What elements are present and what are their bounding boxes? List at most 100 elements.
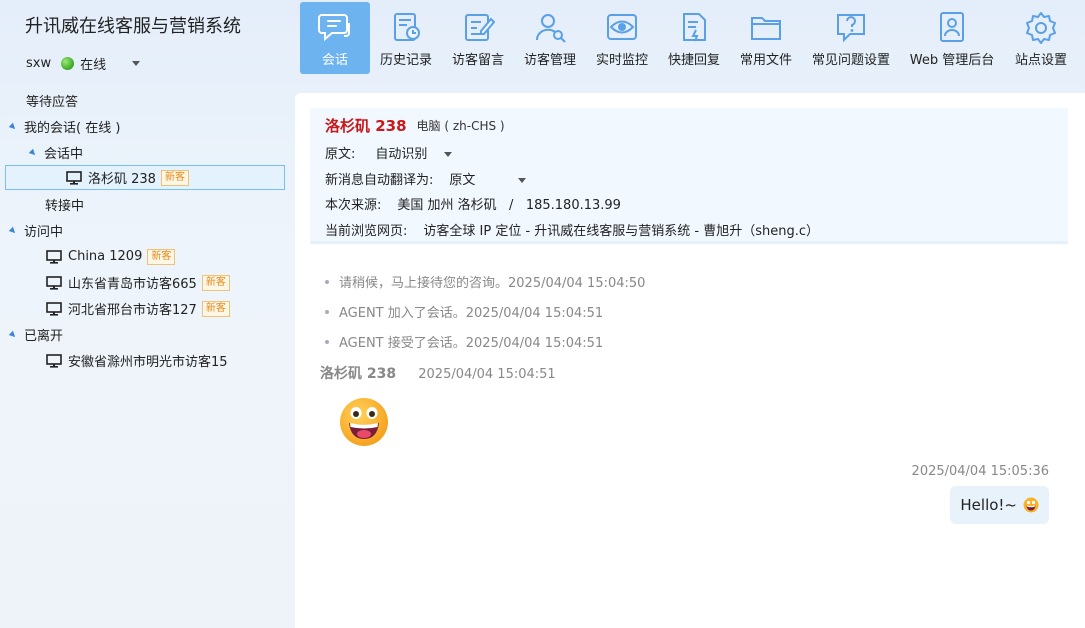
- bullet-icon: [325, 279, 329, 284]
- visitor-label: 洛杉矶 238: [88, 172, 156, 187]
- chat-panel: 洛杉矶 238 电脑 ( zh-CHS ) 原文: 自动识别 新消息自动翻译为:…: [295, 93, 1085, 628]
- visitor-message-header: 洛杉矶 238 2025/04/04 15:04:51: [320, 363, 556, 383]
- main-toolbar: 会话 历史记录 访客留言 访客管理 实时监控 快捷回复 常用文件 常见问题设置 …: [300, 2, 1078, 74]
- agent-message-bubble: Hello!~: [950, 486, 1049, 524]
- toolbar-visitor-management-button[interactable]: 访客管理: [514, 2, 586, 74]
- app-title: 升讯威在线客服与营销系统: [25, 16, 241, 37]
- new-visitor-badge: 新客: [201, 300, 230, 317]
- tree-subgroup-in-session[interactable]: 会话中: [28, 140, 84, 165]
- expand-arrow-icon[interactable]: [28, 148, 38, 157]
- history-icon: [394, 13, 420, 41]
- new-visitor-badge: 新客: [160, 169, 189, 186]
- tree-group-label: 访问中: [24, 225, 64, 240]
- system-message-text: AGENT 加入了会话。2025/04/04 15:04:51: [339, 306, 604, 321]
- folder-icon: [751, 17, 781, 40]
- agent-message-text: Hello!~: [960, 496, 1017, 514]
- faq-icon: [837, 14, 865, 43]
- translate-label: 新消息自动翻译为:: [325, 173, 434, 188]
- user-status-label: 在线: [80, 57, 107, 73]
- tree-group-label: 会话中: [44, 147, 84, 162]
- visitor-label: China 1209: [68, 249, 143, 264]
- tree-group-visiting[interactable]: 访问中: [8, 218, 64, 243]
- toolbar-admin-button[interactable]: Web 管理后台: [900, 2, 1004, 74]
- expand-arrow-icon[interactable]: [8, 226, 18, 235]
- tree-group-left[interactable]: 已离开: [8, 322, 64, 347]
- toolbar-faq-button[interactable]: 常见问题设置: [802, 2, 900, 74]
- toolbar-monitor-button[interactable]: 实时监控: [586, 2, 658, 74]
- chevron-down-icon: [517, 178, 526, 183]
- toolbar-quick-reply-button[interactable]: 快捷回复: [658, 2, 730, 74]
- toolbar-label: 常见问题设置: [811, 53, 890, 68]
- translate-row: 新消息自动翻译为: 原文: [325, 169, 526, 188]
- admin-icon: [940, 12, 964, 42]
- toolbar-label: 访客留言: [451, 53, 504, 68]
- toolbar-label: 站点设置: [1014, 53, 1067, 68]
- monitor-icon: [46, 301, 62, 316]
- user-name: sxw: [26, 55, 52, 71]
- translate-value: 原文: [449, 173, 476, 188]
- visitor-label: 河北省邢台市访客127: [68, 303, 197, 318]
- monitor-icon: [46, 275, 62, 290]
- monitor-icon: [46, 353, 62, 368]
- visitor-info-box: 洛杉矶 238 电脑 ( zh-CHS ) 原文: 自动识别 新消息自动翻译为:…: [310, 108, 1068, 244]
- original-language-row: 原文: 自动识别: [325, 143, 452, 162]
- tree-item-visitor[interactable]: 山东省青岛市访客665 新客: [46, 270, 230, 295]
- message-sender: 洛杉矶 238: [320, 366, 397, 382]
- toolbar-label: 历史记录: [379, 53, 432, 68]
- toolbar-messages-button[interactable]: 访客留言: [442, 2, 514, 74]
- source-row: 本次来源: 美国 加州 洛杉矶 / 185.180.13.99: [325, 194, 621, 213]
- source-label: 本次来源:: [325, 198, 382, 213]
- online-status-icon: [61, 56, 75, 70]
- toolbar-label: 实时监控: [595, 53, 648, 68]
- bullet-icon: [325, 339, 329, 344]
- agent-message-time: 2025/04/04 15:05:36: [911, 464, 1049, 479]
- toolbar-chat-button[interactable]: 会话: [300, 2, 370, 74]
- visitor-device: 电脑 ( zh-CHS ): [416, 119, 505, 133]
- visitor-header: 洛杉矶 238 电脑 ( zh-CHS ): [325, 115, 505, 136]
- chat-icon: [318, 14, 350, 42]
- monitor-icon: [66, 170, 82, 185]
- original-language-label: 原文:: [325, 147, 356, 162]
- settings-icon: [1026, 12, 1056, 44]
- tree-group-label: 我的会话( 在线 ): [24, 121, 121, 136]
- new-visitor-badge: 新客: [201, 274, 230, 291]
- tree-group-label: 等待应答: [26, 95, 79, 110]
- user-status-selector[interactable]: sxw 在线: [26, 53, 141, 73]
- current-page-label: 当前浏览网页:: [325, 224, 408, 239]
- chevron-down-icon: [443, 152, 452, 157]
- original-language-value: 自动识别: [375, 147, 428, 162]
- message-icon: [465, 14, 495, 41]
- quick-reply-icon: [683, 13, 706, 42]
- tree-group-waiting[interactable]: 等待应答: [26, 88, 78, 113]
- visitor-label: 安徽省滁州市明光市访客15: [68, 355, 228, 370]
- eye-icon: [607, 14, 637, 40]
- tree-item-visitor[interactable]: China 1209 新客: [46, 244, 176, 269]
- visitor-name: 洛杉矶 238: [325, 117, 407, 135]
- tree-item-active-visitor[interactable]: 洛杉矶 238 新客: [5, 165, 285, 190]
- expand-arrow-icon[interactable]: [8, 330, 18, 339]
- chevron-down-icon[interactable]: [132, 60, 141, 66]
- visitor-label: 山东省青岛市访客665: [68, 277, 197, 292]
- tree-item-visitor[interactable]: 河北省邢台市访客127 新客: [46, 296, 230, 321]
- tree-subgroup-transferring[interactable]: 转接中: [45, 192, 84, 217]
- grinning-face-emoji-icon: [1023, 497, 1039, 513]
- bullet-icon: [325, 309, 329, 314]
- tree-item-visitor-left[interactable]: 安徽省滁州市明光市访客15: [46, 348, 228, 373]
- toolbar-files-button[interactable]: 常用文件: [730, 2, 802, 74]
- current-page-value[interactable]: 访客全球 IP 定位 - 升讯威在线客服与营销系统 - 曹旭升（sheng.c）: [423, 220, 819, 239]
- toolbar-site-settings-button[interactable]: 站点设置: [1004, 2, 1078, 74]
- source-value: 美国 加州 洛杉矶 / 185.180.13.99: [397, 198, 621, 213]
- tree-group-my-sessions[interactable]: 我的会话( 在线 ): [8, 114, 121, 139]
- current-page-row: 当前浏览网页: 访客全球 IP 定位 - 升讯威在线客服与营销系统 - 曹旭升（…: [325, 220, 819, 239]
- toolbar-label: 常用文件: [739, 53, 792, 68]
- toolbar-label: 会话: [321, 53, 348, 68]
- tree-group-label: 已离开: [24, 329, 64, 344]
- new-visitor-badge: 新客: [147, 248, 176, 265]
- original-language-select[interactable]: 自动识别: [375, 143, 452, 162]
- tree-group-label: 转接中: [45, 199, 85, 214]
- toolbar-history-button[interactable]: 历史记录: [370, 2, 442, 74]
- translate-select[interactable]: 原文: [449, 169, 526, 188]
- monitor-icon: [46, 249, 62, 264]
- message-time: 2025/04/04 15:04:51: [418, 367, 556, 382]
- expand-arrow-icon[interactable]: [8, 122, 18, 131]
